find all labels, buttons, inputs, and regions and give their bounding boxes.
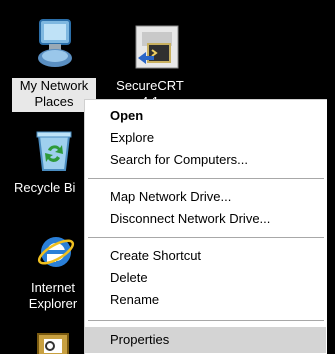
securecrt-icon <box>135 25 179 69</box>
menu-item-label: Explore <box>110 130 155 145</box>
menu-separator <box>88 320 324 321</box>
app-icon <box>37 333 69 354</box>
label-line-1: Internet <box>30 280 76 295</box>
menu-item-label: Properties <box>110 332 170 347</box>
menu-item-map-network-drive[interactable]: Map Network Drive... <box>85 186 326 208</box>
network-places-icon <box>38 19 72 67</box>
menu-item-label: Open <box>110 108 144 123</box>
menu-item-label: Rename <box>110 292 160 307</box>
menu-item-open[interactable]: Open <box>85 105 326 127</box>
internet-explorer-label[interactable]: Internet Explorer <box>20 280 86 314</box>
menu-item-explore[interactable]: Explore <box>85 127 326 149</box>
internet-explorer-icon <box>37 237 75 267</box>
recycle-bin-label[interactable]: Recycle Bi <box>14 180 84 198</box>
label-line-1: My Network <box>19 78 89 93</box>
menu-item-label: Create Shortcut <box>110 248 202 263</box>
label-line-1: Recycle Bi <box>14 180 76 195</box>
menu-item-search-for-computers[interactable]: Search for Computers... <box>85 149 326 171</box>
menu-item-delete[interactable]: Delete <box>85 267 326 289</box>
label-line-2: Explorer <box>28 296 78 311</box>
menu-separator <box>88 237 324 238</box>
menu-separator <box>88 178 324 179</box>
menu-item-label: Disconnect Network Drive... <box>110 211 271 226</box>
recycle-bin-icon <box>36 131 72 171</box>
menu-item-label: Map Network Drive... <box>110 189 232 204</box>
menu-item-rename[interactable]: Rename <box>85 289 326 311</box>
menu-item-properties[interactable]: Properties <box>85 327 326 353</box>
menu-item-label: Search for Computers... <box>110 152 248 167</box>
menu-item-disconnect-network-drive[interactable]: Disconnect Network Drive... <box>85 208 326 230</box>
context-menu: Open Explore Search for Computers... Map… <box>84 99 327 354</box>
label-line-1: SecureCRT <box>116 78 184 93</box>
menu-item-label: Delete <box>110 270 148 285</box>
menu-item-create-shortcut[interactable]: Create Shortcut <box>85 245 326 267</box>
